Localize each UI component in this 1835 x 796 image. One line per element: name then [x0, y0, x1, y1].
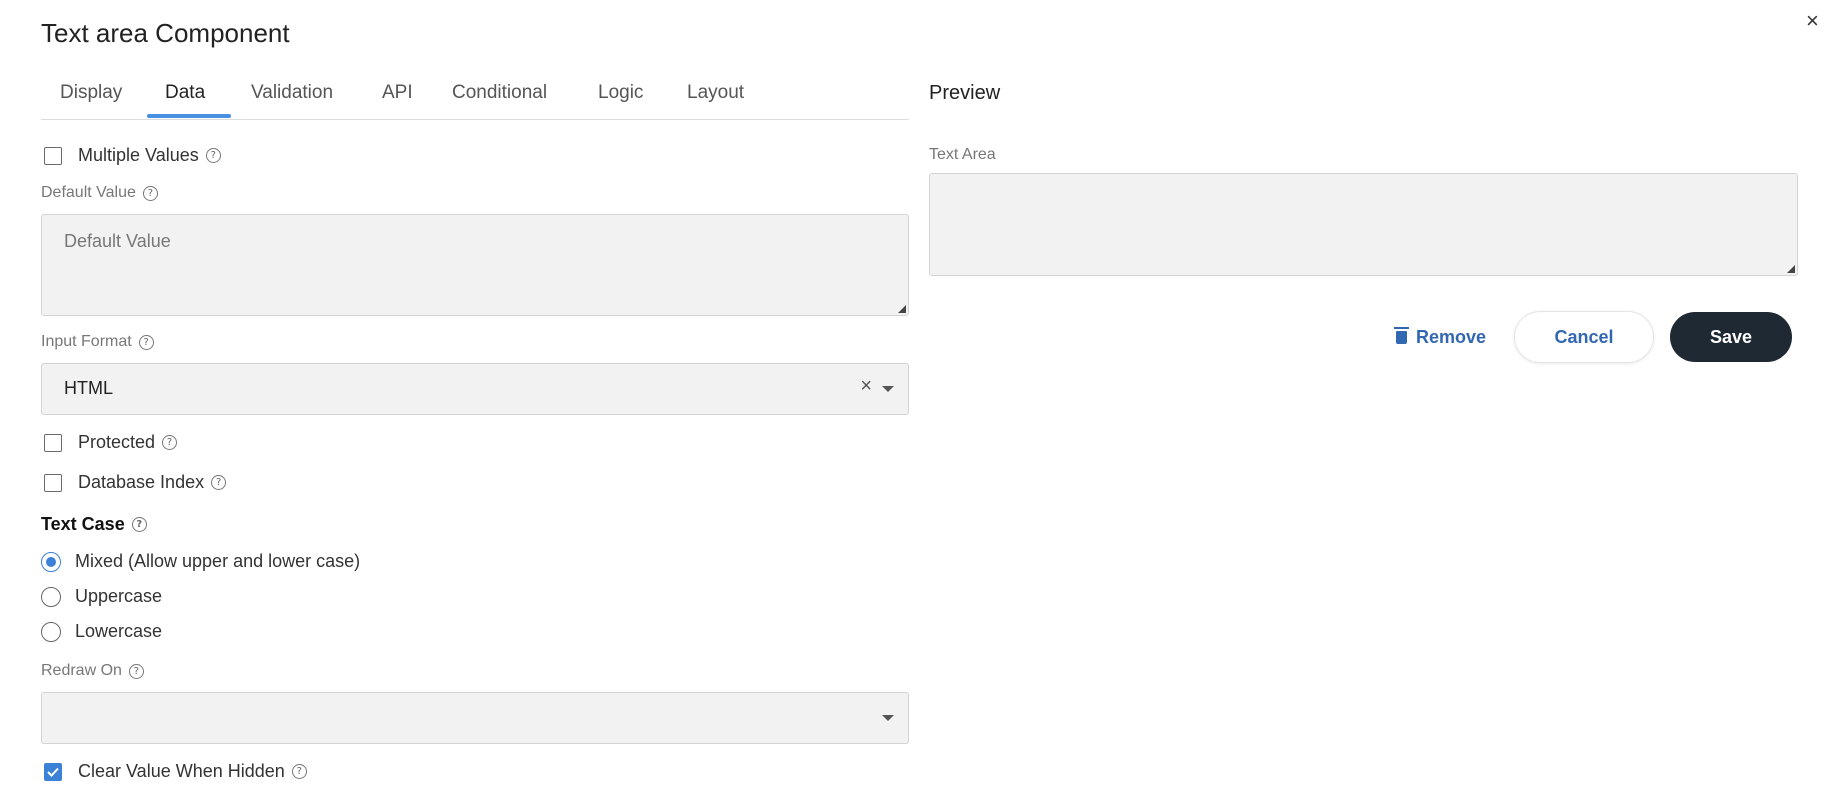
tab-api[interactable]: API	[382, 82, 413, 104]
clear-icon[interactable]: ×	[860, 375, 872, 398]
radio-mixed[interactable]	[41, 551, 61, 572]
default-value-label-row: Default Value ?	[41, 184, 158, 202]
resize-handle-icon[interactable]	[1787, 265, 1795, 273]
protected-label: Protected	[78, 432, 156, 452]
radio-label: Uppercase	[75, 586, 163, 606]
radio-label: Lowercase	[75, 621, 163, 641]
redraw-on-label-row: Redraw On ?	[41, 662, 144, 680]
remove-button[interactable]: Remove	[1394, 312, 1487, 362]
input-format-select[interactable]: HTML ×	[41, 363, 909, 415]
close-icon[interactable]: ×	[1806, 8, 1819, 34]
help-icon[interactable]: ?	[162, 435, 178, 450]
database-index-row[interactable]: Database Index ?	[44, 472, 227, 493]
protected-checkbox[interactable]	[44, 433, 62, 452]
help-icon[interactable]: ?	[142, 185, 158, 201]
clear-value-when-hidden-row[interactable]: Clear Value When Hidden ?	[44, 761, 307, 782]
tab-display[interactable]: Display	[60, 82, 122, 104]
help-icon[interactable]: ?	[138, 334, 154, 350]
multiple-values-checkbox[interactable]	[44, 146, 62, 165]
multiple-values-label: Multiple Values	[78, 145, 199, 165]
help-icon[interactable]: ?	[291, 764, 307, 779]
save-button[interactable]: Save	[1670, 312, 1792, 362]
input-format-label-row: Input Format ?	[41, 333, 154, 351]
trash-icon	[1394, 326, 1409, 344]
help-icon[interactable]: ?	[131, 517, 147, 532]
clear-value-when-hidden-checkbox[interactable]	[44, 762, 62, 781]
radio-lowercase[interactable]	[41, 621, 61, 642]
tab-data[interactable]: Data	[165, 82, 205, 104]
help-icon[interactable]: ?	[128, 663, 144, 679]
chevron-down-icon[interactable]	[882, 715, 894, 721]
database-index-label: Database Index	[78, 472, 205, 492]
text-case-option-lowercase[interactable]: Lowercase	[41, 621, 162, 642]
cancel-button[interactable]: Cancel	[1514, 311, 1654, 363]
tab-layout[interactable]: Layout	[687, 82, 744, 104]
dialog-title: Text area Component	[41, 18, 290, 48]
resize-handle-icon[interactable]	[898, 305, 906, 313]
radio-label: Mixed (Allow upper and lower case)	[75, 551, 361, 571]
redraw-on-label: Redraw On	[41, 662, 122, 679]
text-case-option-uppercase[interactable]: Uppercase	[41, 586, 162, 607]
input-format-label: Input Format	[41, 333, 132, 350]
default-value-placeholder: Default Value	[64, 231, 171, 251]
help-icon[interactable]: ?	[211, 475, 227, 490]
tab-conditional[interactable]: Conditional	[452, 82, 547, 104]
input-format-value: HTML	[64, 378, 113, 398]
database-index-checkbox[interactable]	[44, 473, 62, 492]
text-case-label-row: Text Case ?	[41, 514, 147, 535]
chevron-down-icon[interactable]	[882, 386, 894, 392]
text-case-option-mixed[interactable]: Mixed (Allow upper and lower case)	[41, 551, 360, 572]
remove-label: Remove	[1416, 326, 1487, 347]
text-case-label: Text Case	[41, 514, 125, 534]
redraw-on-select[interactable]	[41, 692, 909, 744]
preview-textarea[interactable]	[929, 173, 1798, 276]
default-value-label: Default Value	[41, 184, 136, 201]
active-tab-indicator	[147, 114, 231, 118]
help-icon[interactable]: ?	[205, 148, 221, 163]
tab-logic[interactable]: Logic	[598, 82, 643, 104]
default-value-textarea[interactable]: Default Value	[41, 214, 909, 316]
radio-uppercase[interactable]	[41, 586, 61, 607]
preview-title: Preview	[929, 82, 1001, 104]
tab-validation[interactable]: Validation	[251, 82, 333, 104]
preview-field-label: Text Area	[929, 146, 996, 163]
multiple-values-row[interactable]: Multiple Values ?	[44, 145, 221, 166]
tab-bar: Display Data Validation API Conditional …	[41, 74, 909, 120]
protected-row[interactable]: Protected ?	[44, 432, 178, 453]
checkmark-icon	[47, 767, 59, 777]
clear-value-when-hidden-label: Clear Value When Hidden	[78, 761, 285, 781]
